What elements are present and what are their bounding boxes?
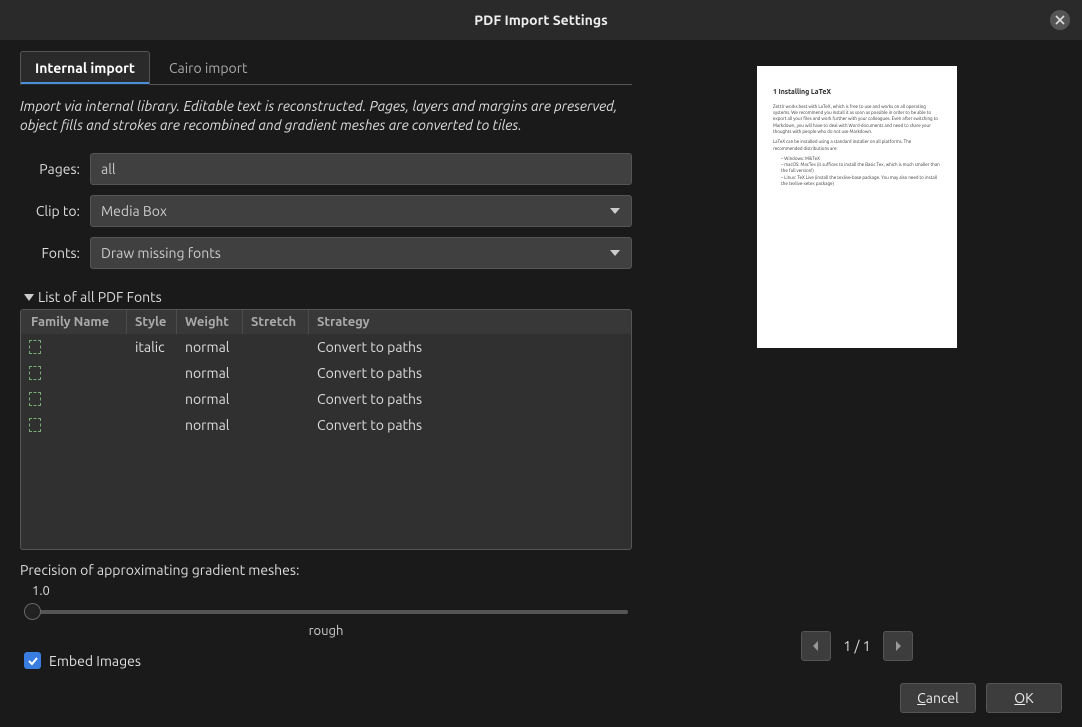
preview-page: 1 Installing LaTeX Zettlr works best wit…: [757, 66, 957, 348]
next-page-button[interactable]: [883, 631, 913, 661]
pages-label: Pages:: [20, 161, 80, 177]
preview-paragraph: Zettlr works best with LaTeX, which is f…: [773, 104, 941, 135]
pages-input[interactable]: all: [90, 153, 632, 185]
preview-list-item: macOS: MacTex (it suffices to install th…: [781, 162, 941, 175]
table-row[interactable]: normal Convert to paths: [21, 386, 631, 412]
col-strategy[interactable]: Strategy: [309, 310, 631, 334]
chevron-down-icon: [609, 203, 621, 219]
table-row[interactable]: normal Convert to paths: [21, 360, 631, 386]
slider-track: [24, 610, 628, 614]
table-row[interactable]: italic normal Convert to paths: [21, 334, 631, 360]
chevron-right-icon: [893, 640, 903, 652]
clip-to-select[interactable]: Media Box: [90, 195, 632, 227]
cancel-button[interactable]: Cancel: [900, 683, 976, 713]
tabs: Internal import Cairo import: [20, 50, 632, 85]
clip-to-value: Media Box: [101, 203, 167, 219]
col-stretch[interactable]: Stretch: [243, 310, 309, 334]
tab-description: Import via internal library. Editable te…: [20, 97, 632, 135]
embed-images-checkbox[interactable]: Embed Images: [24, 652, 632, 669]
slider-tick-label: rough: [20, 624, 632, 638]
tab-cairo-import[interactable]: Cairo import: [154, 51, 263, 85]
fonts-list-toggle[interactable]: List of all PDF Fonts: [24, 289, 632, 305]
checkbox-icon: [24, 652, 41, 669]
dialog-title: PDF Import Settings: [474, 12, 607, 28]
precision-label: Precision of approximating gradient mesh…: [20, 562, 632, 578]
ok-button[interactable]: OK: [986, 683, 1062, 713]
fonts-value: Draw missing fonts: [101, 245, 221, 261]
chevron-down-icon: [609, 245, 621, 261]
tab-internal-import[interactable]: Internal import: [20, 51, 150, 85]
fonts-table[interactable]: Family Name Style Weight Stretch Strateg…: [20, 309, 632, 550]
table-row[interactable]: normal Convert to paths: [21, 412, 631, 438]
titlebar: PDF Import Settings: [0, 0, 1082, 40]
fonts-table-header: Family Name Style Weight Stretch Strateg…: [21, 310, 631, 334]
slider-thumb[interactable]: [24, 603, 41, 620]
font-icon: [29, 340, 41, 354]
clip-to-label: Clip to:: [20, 203, 80, 219]
chevron-left-icon: [811, 640, 821, 652]
fonts-list-label: List of all PDF Fonts: [38, 289, 162, 305]
col-style[interactable]: Style: [127, 310, 177, 334]
fonts-select[interactable]: Draw missing fonts: [90, 237, 632, 269]
precision-slider[interactable]: [24, 602, 628, 622]
pages-input-value: all: [101, 161, 116, 177]
close-button[interactable]: [1050, 10, 1070, 30]
close-icon: [1055, 15, 1065, 25]
font-icon: [29, 366, 41, 380]
font-icon: [29, 392, 41, 406]
pager: 1 / 1: [801, 631, 912, 661]
pager-text: 1 / 1: [843, 638, 870, 654]
triangle-down-icon: [24, 289, 34, 305]
font-icon: [29, 418, 41, 432]
embed-images-label: Embed Images: [49, 653, 141, 669]
col-family[interactable]: Family Name: [21, 310, 127, 334]
prev-page-button[interactable]: [801, 631, 831, 661]
preview-heading: 1 Installing LaTeX: [773, 88, 941, 98]
col-weight[interactable]: Weight: [177, 310, 243, 334]
preview-list-item: Linux: TeX Live (install the texlive-bas…: [781, 175, 941, 188]
precision-value: 1.0: [32, 584, 632, 598]
preview-paragraph: LaTeX can be installed using a standard …: [773, 139, 941, 152]
fonts-label: Fonts:: [20, 245, 80, 261]
